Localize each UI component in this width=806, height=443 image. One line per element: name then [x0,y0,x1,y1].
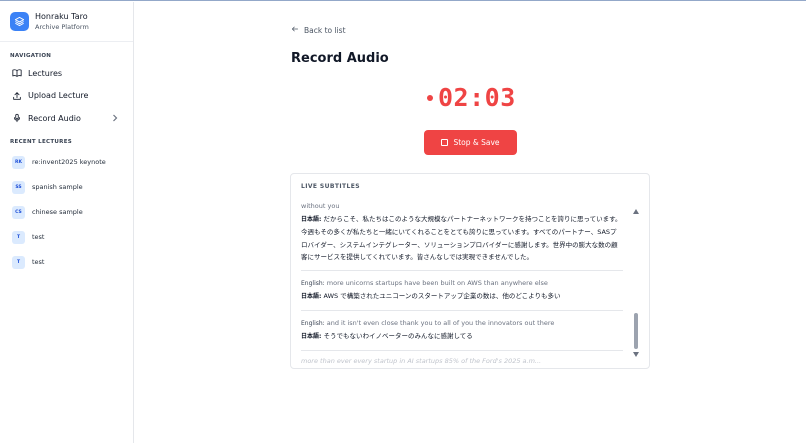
recent-section-title: RECENT LECTURES [10,138,73,145]
sidebar-item-lectures[interactable]: Lectures [0,62,133,85]
lecture-badge: T [12,230,25,244]
subtitle-japanese-text: だからこそ、私たちはこのような大規模なパートナーネットワークを持つことを誇りに思… [301,214,622,262]
stop-button-label: Stop & Save [453,138,500,147]
brand-header: Honraku Taro Archive Platform [0,2,133,42]
arrow-left-icon [291,25,299,35]
subtitle-japanese-text: そうでもないわイノベーターのみんなに感謝してる [323,332,473,340]
stop-and-save-button[interactable]: Stop & Save [424,130,517,155]
sidebar-item-upload-lecture[interactable]: Upload Lecture [0,85,133,108]
recent-lecture-item[interactable]: SS spanish sample [0,175,133,200]
recent-lecture-label: chinese sample [32,208,83,216]
recording-timer: 02:03 [427,83,516,112]
recent-lectures-list: RK re:invent2025 keynote SS spanish samp… [0,150,133,275]
sidebar: Honraku Taro Archive Platform NAVIGATION… [0,2,134,443]
sidebar-item-record-audio[interactable]: Record Audio [0,107,133,130]
japanese-label: 日本語: [301,293,322,300]
recent-lecture-label: spanish sample [32,183,83,191]
subtitles-scrollbar[interactable] [633,199,639,361]
recent-lecture-item[interactable]: T test [0,250,133,275]
lecture-badge: SS [12,180,25,194]
lecture-badge: CS [12,205,25,219]
upload-icon [12,91,22,101]
recent-lecture-item[interactable]: RK re:invent2025 keynote [0,150,133,175]
microphone-icon [12,113,22,123]
subtitle-english-text: without you [301,202,340,210]
english-label: English: [301,319,325,327]
subtitle-english-line: English: more unicorns startups have bee… [301,277,623,291]
subtitle-english-text: and it isn't even close thank you to all… [326,318,555,327]
subtitle-english-text: more unicorns startups have been built o… [326,278,548,287]
subtitle-divider [301,269,623,271]
recent-lecture-label: test [32,258,45,266]
nav-section-title: NAVIGATION [10,53,52,59]
recent-lecture-label: test [32,233,45,241]
scroll-up-arrow-icon[interactable] [633,199,639,218]
subtitle-japanese-line: 日本語: だからこそ、私たちはこのような大規模なパートナーネットワークを持つこと… [301,213,623,264]
lecture-badge: RK [12,155,25,169]
pending-subtitle-text: more than ever every startup in AI start… [301,356,542,365]
stop-icon [441,139,449,146]
subtitle-japanese-text: AWS で構築されたユニコーンのスタートアップ企業の数は、他のどこよりも多い [323,292,561,300]
subtitle-divider [301,309,623,311]
book-icon [12,68,22,78]
recording-indicator-icon [427,94,433,101]
recent-lecture-item[interactable]: CS chinese sample [0,200,133,225]
brand-name: Honraku Taro [35,11,88,21]
back-link-label: Back to list [304,25,346,35]
subtitle-japanese-line: 日本語: AWS で構築されたユニコーンのスタートアップ企業の数は、他のどこより… [301,290,623,304]
subtitle-divider [301,349,623,351]
sidebar-item-label: Record Audio [28,113,81,123]
subtitle-english-line: English: and it isn't even close thank y… [301,317,623,331]
subtitles-scroll-area[interactable]: without you 日本語: だからこそ、私たちはこのような大規模なパートナ… [301,200,623,365]
subtitle-japanese-line: 日本語: そうでもないわイノベーターのみんなに感謝してる [301,330,623,344]
sidebar-item-label: Upload Lecture [28,91,89,101]
timer-text: 02:03 [438,83,516,112]
brand-subtitle: Archive Platform [35,22,89,31]
recent-lecture-label: re:invent2025 keynote [32,158,106,166]
live-subtitles-title: LIVE SUBTITLES [301,183,360,190]
live-subtitles-panel: LIVE SUBTITLES without you 日本語: だからこそ、私た… [290,173,650,369]
layers-icon [10,12,29,31]
subtitle-entry: English: and it isn't even close thank y… [301,317,623,344]
japanese-label: 日本語: [301,333,322,340]
scroll-down-arrow-icon[interactable] [633,342,639,361]
subtitle-entry: English: more unicorns startups have bee… [301,277,623,304]
recent-lecture-item[interactable]: T test [0,225,133,250]
japanese-label: 日本語: [301,215,322,223]
sidebar-item-label: Lectures [28,68,63,78]
english-label: English: [301,279,325,287]
lecture-badge: T [12,255,25,269]
chevron-right-icon [112,114,118,124]
page-title: Record Audio [291,51,389,66]
subtitle-entry: without you 日本語: だからこそ、私たちはこのような大規模なパートナ… [301,200,623,264]
back-to-list-link[interactable]: Back to list [291,25,346,35]
